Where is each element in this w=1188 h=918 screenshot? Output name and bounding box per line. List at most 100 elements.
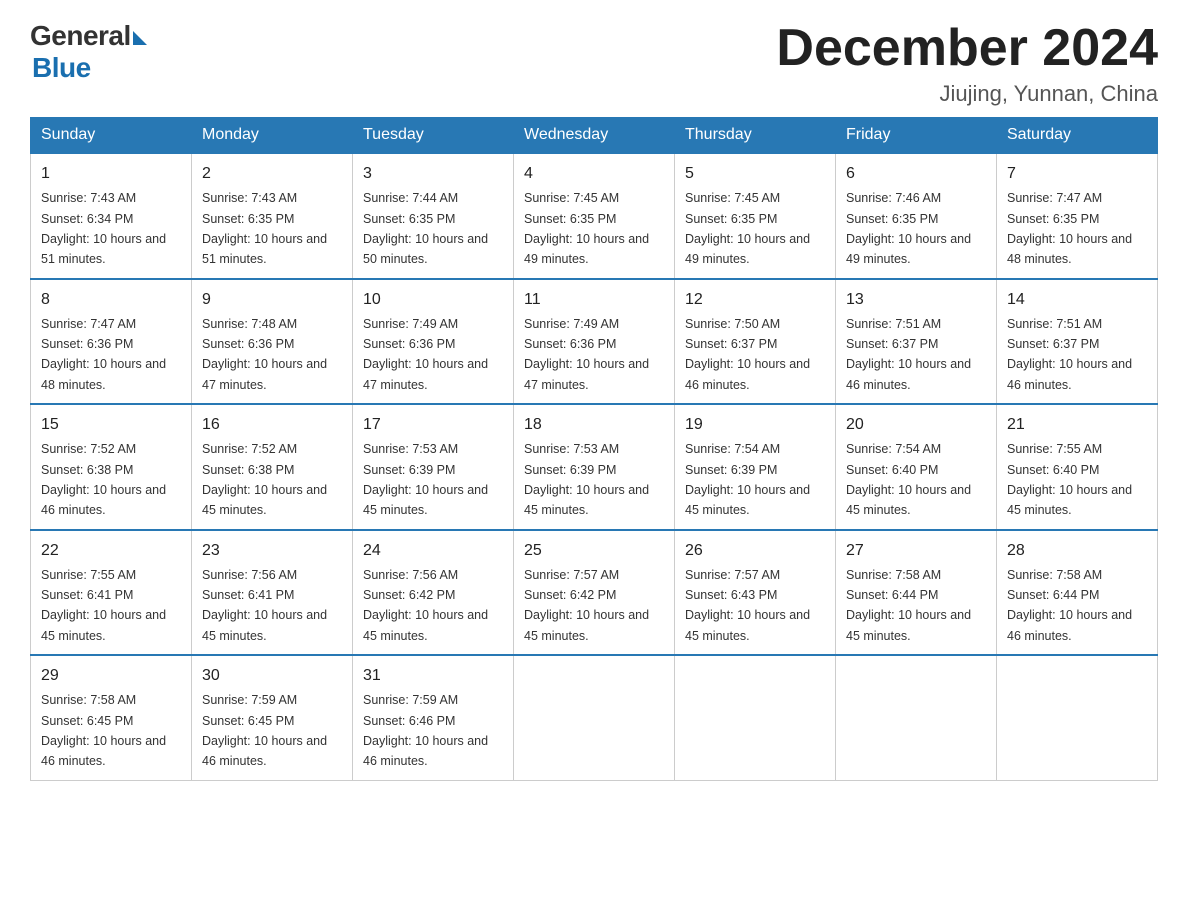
- day-info: Sunrise: 7:51 AMSunset: 6:37 PMDaylight:…: [1007, 317, 1132, 392]
- day-number: 25: [524, 539, 664, 563]
- table-row: 10 Sunrise: 7:49 AMSunset: 6:36 PMDaylig…: [353, 279, 514, 405]
- header-wednesday: Wednesday: [514, 118, 675, 154]
- day-number: 1: [41, 162, 181, 186]
- day-info: Sunrise: 7:45 AMSunset: 6:35 PMDaylight:…: [524, 191, 649, 266]
- table-row: 14 Sunrise: 7:51 AMSunset: 6:37 PMDaylig…: [997, 279, 1158, 405]
- calendar-table: Sunday Monday Tuesday Wednesday Thursday…: [30, 117, 1158, 781]
- day-number: 20: [846, 413, 986, 437]
- table-row: 20 Sunrise: 7:54 AMSunset: 6:40 PMDaylig…: [836, 404, 997, 530]
- day-number: 26: [685, 539, 825, 563]
- table-row: 2 Sunrise: 7:43 AMSunset: 6:35 PMDayligh…: [192, 153, 353, 279]
- day-number: 27: [846, 539, 986, 563]
- day-number: 2: [202, 162, 342, 186]
- table-row: 29 Sunrise: 7:58 AMSunset: 6:45 PMDaylig…: [31, 655, 192, 780]
- day-number: 11: [524, 288, 664, 312]
- table-row: 28 Sunrise: 7:58 AMSunset: 6:44 PMDaylig…: [997, 530, 1158, 656]
- table-row: 15 Sunrise: 7:52 AMSunset: 6:38 PMDaylig…: [31, 404, 192, 530]
- day-info: Sunrise: 7:58 AMSunset: 6:45 PMDaylight:…: [41, 693, 166, 768]
- header-monday: Monday: [192, 118, 353, 154]
- day-number: 31: [363, 664, 503, 688]
- header-thursday: Thursday: [675, 118, 836, 154]
- day-info: Sunrise: 7:50 AMSunset: 6:37 PMDaylight:…: [685, 317, 810, 392]
- table-row: 25 Sunrise: 7:57 AMSunset: 6:42 PMDaylig…: [514, 530, 675, 656]
- day-info: Sunrise: 7:55 AMSunset: 6:40 PMDaylight:…: [1007, 442, 1132, 517]
- calendar-week-row: 1 Sunrise: 7:43 AMSunset: 6:34 PMDayligh…: [31, 153, 1158, 279]
- day-info: Sunrise: 7:59 AMSunset: 6:46 PMDaylight:…: [363, 693, 488, 768]
- day-number: 19: [685, 413, 825, 437]
- day-info: Sunrise: 7:49 AMSunset: 6:36 PMDaylight:…: [363, 317, 488, 392]
- table-row: 16 Sunrise: 7:52 AMSunset: 6:38 PMDaylig…: [192, 404, 353, 530]
- table-row: 21 Sunrise: 7:55 AMSunset: 6:40 PMDaylig…: [997, 404, 1158, 530]
- day-info: Sunrise: 7:48 AMSunset: 6:36 PMDaylight:…: [202, 317, 327, 392]
- table-row: 7 Sunrise: 7:47 AMSunset: 6:35 PMDayligh…: [997, 153, 1158, 279]
- table-row: 3 Sunrise: 7:44 AMSunset: 6:35 PMDayligh…: [353, 153, 514, 279]
- day-info: Sunrise: 7:49 AMSunset: 6:36 PMDaylight:…: [524, 317, 649, 392]
- table-row: 9 Sunrise: 7:48 AMSunset: 6:36 PMDayligh…: [192, 279, 353, 405]
- day-number: 8: [41, 288, 181, 312]
- day-number: 22: [41, 539, 181, 563]
- day-info: Sunrise: 7:52 AMSunset: 6:38 PMDaylight:…: [202, 442, 327, 517]
- day-info: Sunrise: 7:46 AMSunset: 6:35 PMDaylight:…: [846, 191, 971, 266]
- day-number: 17: [363, 413, 503, 437]
- day-info: Sunrise: 7:56 AMSunset: 6:42 PMDaylight:…: [363, 568, 488, 643]
- calendar-week-row: 22 Sunrise: 7:55 AMSunset: 6:41 PMDaylig…: [31, 530, 1158, 656]
- table-row: 13 Sunrise: 7:51 AMSunset: 6:37 PMDaylig…: [836, 279, 997, 405]
- table-row: 27 Sunrise: 7:58 AMSunset: 6:44 PMDaylig…: [836, 530, 997, 656]
- day-number: 10: [363, 288, 503, 312]
- day-info: Sunrise: 7:56 AMSunset: 6:41 PMDaylight:…: [202, 568, 327, 643]
- table-row: 1 Sunrise: 7:43 AMSunset: 6:34 PMDayligh…: [31, 153, 192, 279]
- table-row: [997, 655, 1158, 780]
- day-info: Sunrise: 7:52 AMSunset: 6:38 PMDaylight:…: [41, 442, 166, 517]
- calendar-week-row: 29 Sunrise: 7:58 AMSunset: 6:45 PMDaylig…: [31, 655, 1158, 780]
- day-number: 6: [846, 162, 986, 186]
- day-info: Sunrise: 7:45 AMSunset: 6:35 PMDaylight:…: [685, 191, 810, 266]
- table-row: 18 Sunrise: 7:53 AMSunset: 6:39 PMDaylig…: [514, 404, 675, 530]
- day-info: Sunrise: 7:47 AMSunset: 6:35 PMDaylight:…: [1007, 191, 1132, 266]
- day-info: Sunrise: 7:58 AMSunset: 6:44 PMDaylight:…: [1007, 568, 1132, 643]
- table-row: 19 Sunrise: 7:54 AMSunset: 6:39 PMDaylig…: [675, 404, 836, 530]
- header-friday: Friday: [836, 118, 997, 154]
- table-row: 23 Sunrise: 7:56 AMSunset: 6:41 PMDaylig…: [192, 530, 353, 656]
- day-info: Sunrise: 7:54 AMSunset: 6:40 PMDaylight:…: [846, 442, 971, 517]
- table-row: [675, 655, 836, 780]
- day-number: 28: [1007, 539, 1147, 563]
- day-number: 3: [363, 162, 503, 186]
- table-row: [836, 655, 997, 780]
- day-number: 16: [202, 413, 342, 437]
- day-info: Sunrise: 7:54 AMSunset: 6:39 PMDaylight:…: [685, 442, 810, 517]
- table-row: 22 Sunrise: 7:55 AMSunset: 6:41 PMDaylig…: [31, 530, 192, 656]
- day-number: 12: [685, 288, 825, 312]
- day-info: Sunrise: 7:59 AMSunset: 6:45 PMDaylight:…: [202, 693, 327, 768]
- calendar-header-row: Sunday Monday Tuesday Wednesday Thursday…: [31, 118, 1158, 154]
- logo-blue-text: Blue: [32, 52, 91, 84]
- day-number: 18: [524, 413, 664, 437]
- calendar-week-row: 8 Sunrise: 7:47 AMSunset: 6:36 PMDayligh…: [31, 279, 1158, 405]
- day-info: Sunrise: 7:53 AMSunset: 6:39 PMDaylight:…: [524, 442, 649, 517]
- day-number: 14: [1007, 288, 1147, 312]
- table-row: 24 Sunrise: 7:56 AMSunset: 6:42 PMDaylig…: [353, 530, 514, 656]
- day-number: 29: [41, 664, 181, 688]
- table-row: 31 Sunrise: 7:59 AMSunset: 6:46 PMDaylig…: [353, 655, 514, 780]
- day-number: 7: [1007, 162, 1147, 186]
- table-row: [514, 655, 675, 780]
- day-info: Sunrise: 7:51 AMSunset: 6:37 PMDaylight:…: [846, 317, 971, 392]
- table-row: 5 Sunrise: 7:45 AMSunset: 6:35 PMDayligh…: [675, 153, 836, 279]
- day-number: 23: [202, 539, 342, 563]
- table-row: 4 Sunrise: 7:45 AMSunset: 6:35 PMDayligh…: [514, 153, 675, 279]
- day-info: Sunrise: 7:55 AMSunset: 6:41 PMDaylight:…: [41, 568, 166, 643]
- day-info: Sunrise: 7:53 AMSunset: 6:39 PMDaylight:…: [363, 442, 488, 517]
- table-row: 17 Sunrise: 7:53 AMSunset: 6:39 PMDaylig…: [353, 404, 514, 530]
- header-sunday: Sunday: [31, 118, 192, 154]
- table-row: 11 Sunrise: 7:49 AMSunset: 6:36 PMDaylig…: [514, 279, 675, 405]
- day-number: 5: [685, 162, 825, 186]
- header-saturday: Saturday: [997, 118, 1158, 154]
- logo: General Blue: [30, 20, 147, 84]
- calendar-week-row: 15 Sunrise: 7:52 AMSunset: 6:38 PMDaylig…: [31, 404, 1158, 530]
- day-info: Sunrise: 7:58 AMSunset: 6:44 PMDaylight:…: [846, 568, 971, 643]
- logo-general-text: General: [30, 20, 131, 52]
- day-info: Sunrise: 7:47 AMSunset: 6:36 PMDaylight:…: [41, 317, 166, 392]
- table-row: 30 Sunrise: 7:59 AMSunset: 6:45 PMDaylig…: [192, 655, 353, 780]
- day-number: 15: [41, 413, 181, 437]
- day-number: 24: [363, 539, 503, 563]
- header-tuesday: Tuesday: [353, 118, 514, 154]
